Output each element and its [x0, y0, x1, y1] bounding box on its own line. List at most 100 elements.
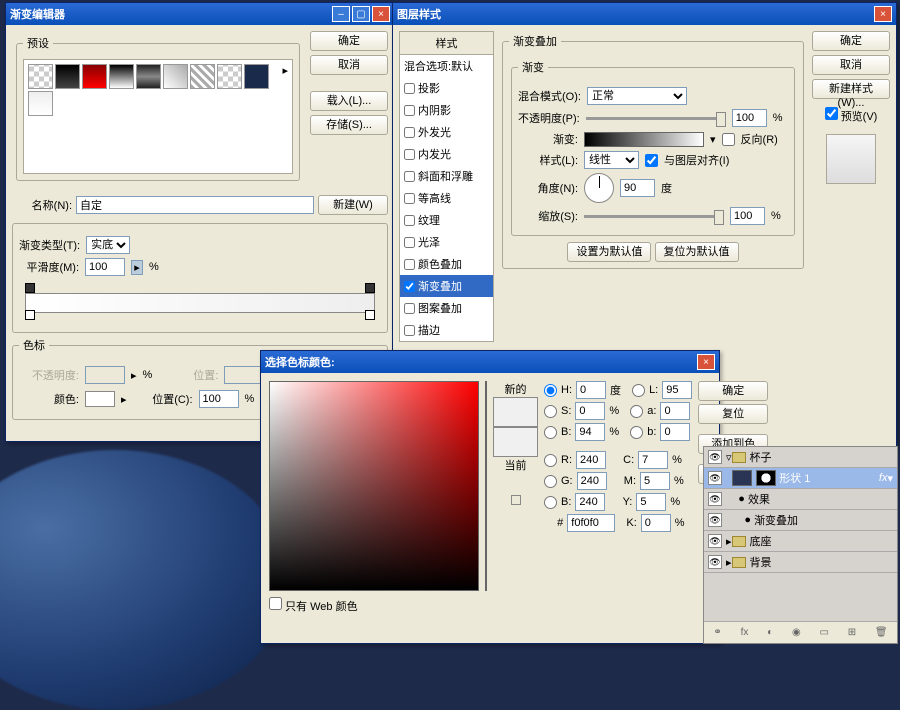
- style-item[interactable]: 颜色叠加: [400, 253, 493, 275]
- style-item[interactable]: 斜面和浮雕: [400, 165, 493, 187]
- reverse-checkbox[interactable]: [722, 133, 735, 146]
- title-bar[interactable]: 选择色标颜色: ×: [261, 351, 719, 373]
- style-checkbox[interactable]: [404, 303, 415, 314]
- mask-thumb[interactable]: [756, 470, 776, 486]
- link-icon[interactable]: ⚭: [713, 627, 721, 638]
- swatch[interactable]: [190, 64, 215, 89]
- layer-group[interactable]: 👁▿杯子: [704, 447, 897, 468]
- bl-radio[interactable]: [544, 496, 557, 509]
- ok-button[interactable]: 确定: [812, 31, 890, 51]
- collapse-icon[interactable]: ▾: [887, 472, 893, 485]
- style-item[interactable]: 渐变叠加: [400, 275, 493, 297]
- visibility-icon[interactable]: 👁: [708, 450, 722, 464]
- blend-mode-select[interactable]: 正常: [587, 87, 687, 105]
- style-item[interactable]: 描边: [400, 319, 493, 341]
- swatch[interactable]: [109, 64, 134, 89]
- color-stop[interactable]: [365, 310, 375, 320]
- styles-header[interactable]: 样式: [400, 32, 493, 55]
- close-icon[interactable]: ×: [372, 6, 390, 22]
- align-checkbox[interactable]: [645, 154, 658, 167]
- style-checkbox[interactable]: [404, 193, 415, 204]
- opacity-stop[interactable]: [365, 283, 375, 293]
- b2-radio[interactable]: [630, 426, 643, 439]
- layer-thumb[interactable]: [732, 470, 752, 486]
- swatch[interactable]: [28, 91, 53, 116]
- gradient-preview[interactable]: [584, 132, 704, 147]
- maximize-icon[interactable]: ▢: [352, 6, 370, 22]
- layer-group[interactable]: 👁▸背景: [704, 552, 897, 573]
- a-radio[interactable]: [630, 405, 643, 418]
- l-radio[interactable]: [632, 384, 645, 397]
- angle-dial[interactable]: [584, 173, 614, 203]
- visibility-icon[interactable]: 👁: [708, 534, 722, 548]
- close-icon[interactable]: ×: [697, 354, 715, 370]
- type-select[interactable]: 实底: [86, 236, 130, 254]
- ok-button[interactable]: 确定: [698, 381, 768, 401]
- current-color-swatch[interactable]: [493, 427, 538, 457]
- b-input[interactable]: [575, 423, 605, 441]
- layer-row[interactable]: 👁 形状 1fx▾: [704, 468, 897, 489]
- group-icon[interactable]: ▭: [819, 627, 828, 638]
- cancel-button[interactable]: 取消: [310, 55, 388, 75]
- color-field[interactable]: [269, 381, 479, 591]
- style-checkbox[interactable]: [404, 83, 415, 94]
- swatch[interactable]: [28, 64, 53, 89]
- g-radio[interactable]: [544, 475, 557, 488]
- hex-input[interactable]: [567, 514, 615, 532]
- b2-input[interactable]: [660, 423, 690, 441]
- l-input[interactable]: [662, 381, 692, 399]
- minimize-icon[interactable]: –: [332, 6, 350, 22]
- dropdown-icon[interactable]: ▾: [710, 133, 716, 146]
- visibility-icon[interactable]: 👁: [708, 513, 722, 527]
- g-input[interactable]: [577, 472, 607, 490]
- k-input[interactable]: [641, 514, 671, 532]
- reset-default-button[interactable]: 复位为默认值: [655, 242, 739, 262]
- preset-grid[interactable]: ▸: [23, 59, 293, 174]
- visibility-icon[interactable]: 👁: [708, 471, 722, 485]
- opacity-stop[interactable]: [25, 283, 35, 293]
- style-item[interactable]: 外发光: [400, 121, 493, 143]
- h-radio[interactable]: [544, 384, 557, 397]
- cancel-button[interactable]: 取消: [812, 55, 890, 75]
- new-button[interactable]: 新建(W): [318, 195, 388, 215]
- title-bar[interactable]: 渐变编辑器 – ▢ ×: [6, 3, 394, 25]
- fill-icon[interactable]: ◉: [792, 627, 801, 638]
- load-button[interactable]: 载入(L)...: [310, 91, 388, 111]
- style-item[interactable]: 图案叠加: [400, 297, 493, 319]
- y-input[interactable]: [636, 493, 666, 511]
- name-input[interactable]: [76, 196, 314, 214]
- style-item[interactable]: 内阴影: [400, 99, 493, 121]
- style-checkbox[interactable]: [404, 105, 415, 116]
- visibility-icon[interactable]: 👁: [708, 492, 722, 506]
- style-checkbox[interactable]: [404, 127, 415, 138]
- save-button[interactable]: 存储(S)...: [310, 115, 388, 135]
- ok-button[interactable]: 确定: [310, 31, 388, 51]
- style-checkbox[interactable]: [404, 325, 415, 336]
- blend-options[interactable]: 混合选项:默认: [400, 55, 493, 77]
- color-stop[interactable]: [25, 310, 35, 320]
- style-checkbox[interactable]: [404, 281, 415, 292]
- style-item[interactable]: 内发光: [400, 143, 493, 165]
- a-input[interactable]: [660, 402, 690, 420]
- title-bar[interactable]: 图层样式 ×: [393, 3, 896, 25]
- preview-checkbox[interactable]: [825, 107, 838, 120]
- opacity-input[interactable]: [732, 109, 767, 127]
- close-icon[interactable]: ×: [874, 6, 892, 22]
- style-item[interactable]: 投影: [400, 77, 493, 99]
- opacity-slider[interactable]: [586, 117, 726, 120]
- new-style-button[interactable]: 新建样式(W)...: [812, 79, 890, 99]
- style-checkbox[interactable]: [404, 215, 415, 226]
- visibility-icon[interactable]: 👁: [708, 555, 722, 569]
- swatch[interactable]: [163, 64, 188, 89]
- swatch[interactable]: [82, 64, 107, 89]
- flyout-icon[interactable]: ▸: [282, 64, 288, 77]
- swatch[interactable]: [217, 64, 242, 89]
- s-input[interactable]: [575, 402, 605, 420]
- style-item[interactable]: 等高线: [400, 187, 493, 209]
- style-item[interactable]: 光泽: [400, 231, 493, 253]
- b-radio[interactable]: [544, 426, 557, 439]
- smooth-input[interactable]: [85, 258, 125, 276]
- swatch[interactable]: [244, 64, 269, 89]
- hue-slider[interactable]: [485, 381, 487, 591]
- web-only-checkbox[interactable]: [269, 597, 282, 610]
